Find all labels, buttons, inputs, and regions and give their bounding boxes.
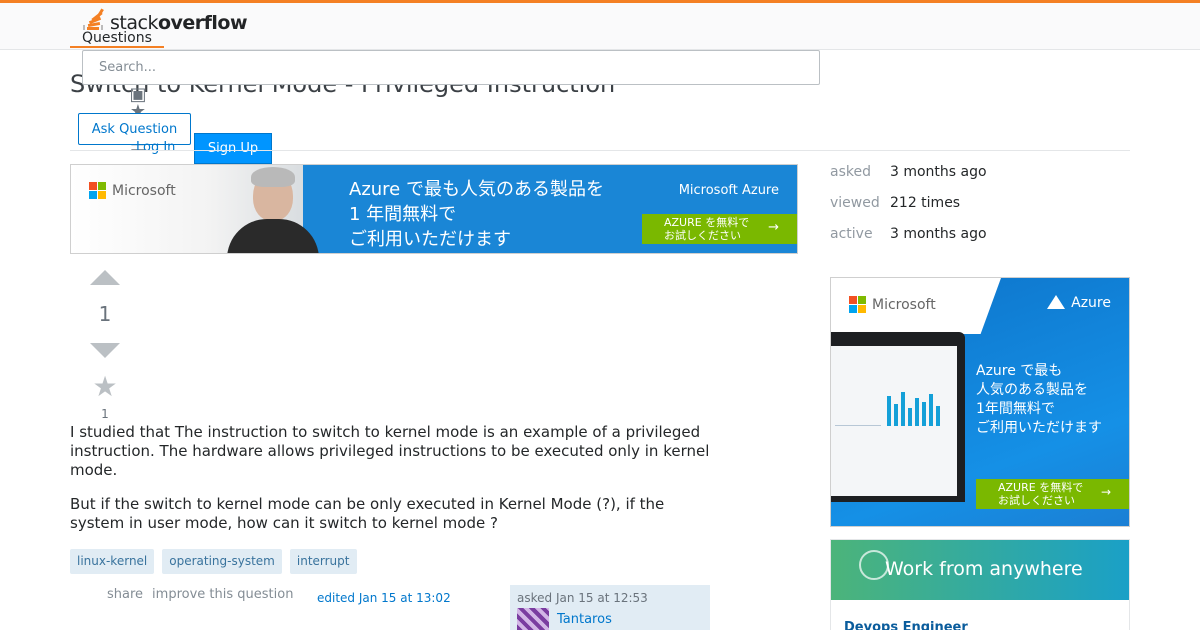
side-ad-cta-button[interactable]: AZURE を無料で お試しください →: [976, 479, 1129, 509]
line-chart-thumbnail: [835, 386, 881, 426]
question-stats: asked 3 months ago viewed 212 times acti…: [830, 164, 987, 257]
body-paragraph: But if the switch to kernel mode can be …: [70, 495, 665, 532]
side-ad-headline: Azure で最も 人気のある製品を 1年間無料で ご利用いただけます: [976, 363, 1102, 436]
tag-linux-kernel[interactable]: linux-kernel: [70, 549, 155, 574]
header-divider: [70, 150, 1130, 151]
post-menu: share improve this question: [107, 587, 293, 602]
asked-timestamp: asked Jan 15 at 12:53: [517, 591, 648, 605]
share-link[interactable]: share: [107, 587, 143, 602]
jobs-widget: Work from anywhere Devops Engineer: [830, 539, 1130, 630]
jobs-title: Work from anywhere: [885, 558, 1083, 580]
improve-question-link[interactable]: improve this question: [152, 587, 293, 602]
laptop-image: [831, 332, 965, 502]
log-in-link[interactable]: Log In: [136, 140, 175, 155]
microsoft-logo: Microsoft: [89, 182, 176, 199]
arrow-right-icon: →: [768, 220, 779, 235]
arrow-right-icon: →: [1100, 485, 1111, 499]
tag-interrupt[interactable]: interrupt: [289, 549, 357, 574]
stat-active: active 3 months ago: [830, 226, 987, 242]
azure-icon: [1047, 295, 1066, 309]
top-bar: stackoverflow: [0, 0, 1200, 50]
ad-product-name: Microsoft Azure: [678, 183, 779, 198]
tag-list: linux-kernel operating-system interrupt: [70, 549, 357, 574]
avatar[interactable]: [517, 608, 549, 630]
body-paragraph: I studied that The instruction to switch…: [70, 423, 710, 479]
owner-card: asked Jan 15 at 12:53 Tantaros: [510, 585, 710, 630]
bar-chart-thumbnail: [887, 390, 940, 426]
job-listing-title[interactable]: Devops Engineer: [844, 620, 968, 630]
question-body: I studied that The instruction to switch…: [70, 423, 720, 548]
microsoft-squares-icon: [89, 182, 106, 199]
dashboard-screenshot: [831, 346, 957, 496]
tag-operating-system[interactable]: operating-system: [162, 549, 282, 574]
owner-name[interactable]: Tantaros: [557, 612, 612, 627]
ad-cta-button[interactable]: AZURE を無料で お試しください →: [642, 214, 797, 244]
search-input[interactable]: Search...: [82, 50, 820, 85]
vote-count: 1: [98, 302, 112, 326]
star-icon[interactable]: ★: [90, 372, 120, 402]
side-ad[interactable]: Microsoft Azure Azure で最も 人気のある製品を 1年間無料…: [830, 277, 1130, 527]
tab-questions[interactable]: Questions: [70, 30, 164, 48]
microsoft-logo: Microsoft: [849, 296, 936, 313]
vote-down-icon[interactable]: [90, 343, 120, 358]
vote-up-icon[interactable]: [90, 270, 120, 285]
stat-viewed: viewed 212 times: [830, 195, 961, 211]
favorite-count: 1: [101, 407, 109, 421]
ad-person-image: [221, 165, 325, 253]
edited-timestamp[interactable]: edited Jan 15 at 13:02: [317, 591, 451, 605]
ad-headline: Azure で最も人気のある製品を 1 年間無料で ご利用いただけます: [349, 179, 604, 250]
stat-asked: asked 3 months ago: [830, 164, 987, 180]
jobs-header: Work from anywhere: [831, 540, 1129, 600]
top-ad-banner[interactable]: Microsoft Azure で最も人気のある製品を 1 年間無料で ご利用い…: [70, 164, 798, 254]
owner-user: Tantaros: [517, 608, 703, 630]
azure-logo: Azure: [1047, 295, 1111, 311]
microsoft-squares-icon: [849, 296, 866, 313]
sign-up-button[interactable]: Sign Up: [194, 133, 272, 164]
